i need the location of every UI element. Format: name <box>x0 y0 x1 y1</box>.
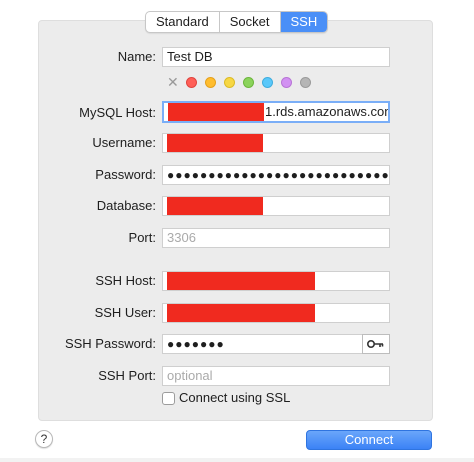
mysql-host-field[interactable]: 1.rds.amazonaws.com <box>162 101 390 123</box>
tab-standard[interactable]: Standard <box>146 12 220 32</box>
redacted-block <box>167 197 263 215</box>
help-button[interactable]: ? <box>35 430 53 448</box>
ssh-port-field[interactable]: optional <box>162 366 390 386</box>
color-swatch-blue[interactable] <box>262 77 273 88</box>
no-color-icon[interactable]: ✕ <box>167 75 179 89</box>
color-swatch-gray[interactable] <box>300 77 311 88</box>
connection-type-tabs: Standard Socket SSH <box>145 11 329 33</box>
divider <box>0 458 474 462</box>
color-picker: ✕ <box>167 75 311 89</box>
database-field[interactable] <box>162 196 390 216</box>
ssh-key-button[interactable] <box>362 334 390 354</box>
port-field[interactable]: 3306 <box>162 228 390 248</box>
mysql-host-value: 1.rds.amazonaws.com <box>265 104 390 119</box>
database-label: Database: <box>96 198 156 213</box>
redacted-block <box>168 103 264 121</box>
redacted-block <box>167 272 315 290</box>
ssh-password-label: SSH Password: <box>64 336 156 351</box>
ssh-password-field[interactable]: ●●●●●●● <box>162 334 363 354</box>
redacted-block <box>167 134 263 152</box>
password-field[interactable]: ●●●●●●●●●●●●●●●●●●●●●●●●●●●●●●●●● <box>162 165 390 185</box>
password-value: ●●●●●●●●●●●●●●●●●●●●●●●●●●●●●●●●● <box>167 168 390 182</box>
ssh-user-label: SSH User: <box>94 305 156 320</box>
ssl-label[interactable]: Connect using SSL <box>179 389 290 407</box>
username-field[interactable] <box>162 133 390 153</box>
name-value: Test DB <box>167 49 213 64</box>
ssh-port-label: SSH Port: <box>98 368 156 383</box>
ssh-user-field[interactable] <box>162 303 390 323</box>
password-label: Password: <box>95 167 156 182</box>
connect-button[interactable]: Connect <box>306 430 432 450</box>
color-swatch-red[interactable] <box>186 77 197 88</box>
ssh-host-field[interactable] <box>162 271 390 291</box>
color-swatch-orange[interactable] <box>205 77 216 88</box>
ssh-host-label: SSH Host: <box>95 273 156 288</box>
mysql-host-label: MySQL Host: <box>79 105 156 120</box>
port-placeholder: 3306 <box>167 230 196 245</box>
color-swatch-green[interactable] <box>243 77 254 88</box>
tab-ssh[interactable]: SSH <box>280 12 328 32</box>
ssh-port-placeholder: optional <box>167 368 213 383</box>
ssh-password-value: ●●●●●●● <box>167 337 225 351</box>
ssl-checkbox[interactable] <box>162 392 175 405</box>
redacted-block <box>167 304 315 322</box>
name-field[interactable]: Test DB <box>162 47 390 67</box>
tab-socket[interactable]: Socket <box>220 12 281 32</box>
port-label: Port: <box>128 230 156 245</box>
color-swatch-yellow[interactable] <box>224 77 235 88</box>
name-label: Name: <box>117 49 156 64</box>
color-swatch-purple[interactable] <box>281 77 292 88</box>
key-icon <box>367 340 384 348</box>
username-label: Username: <box>92 135 156 150</box>
